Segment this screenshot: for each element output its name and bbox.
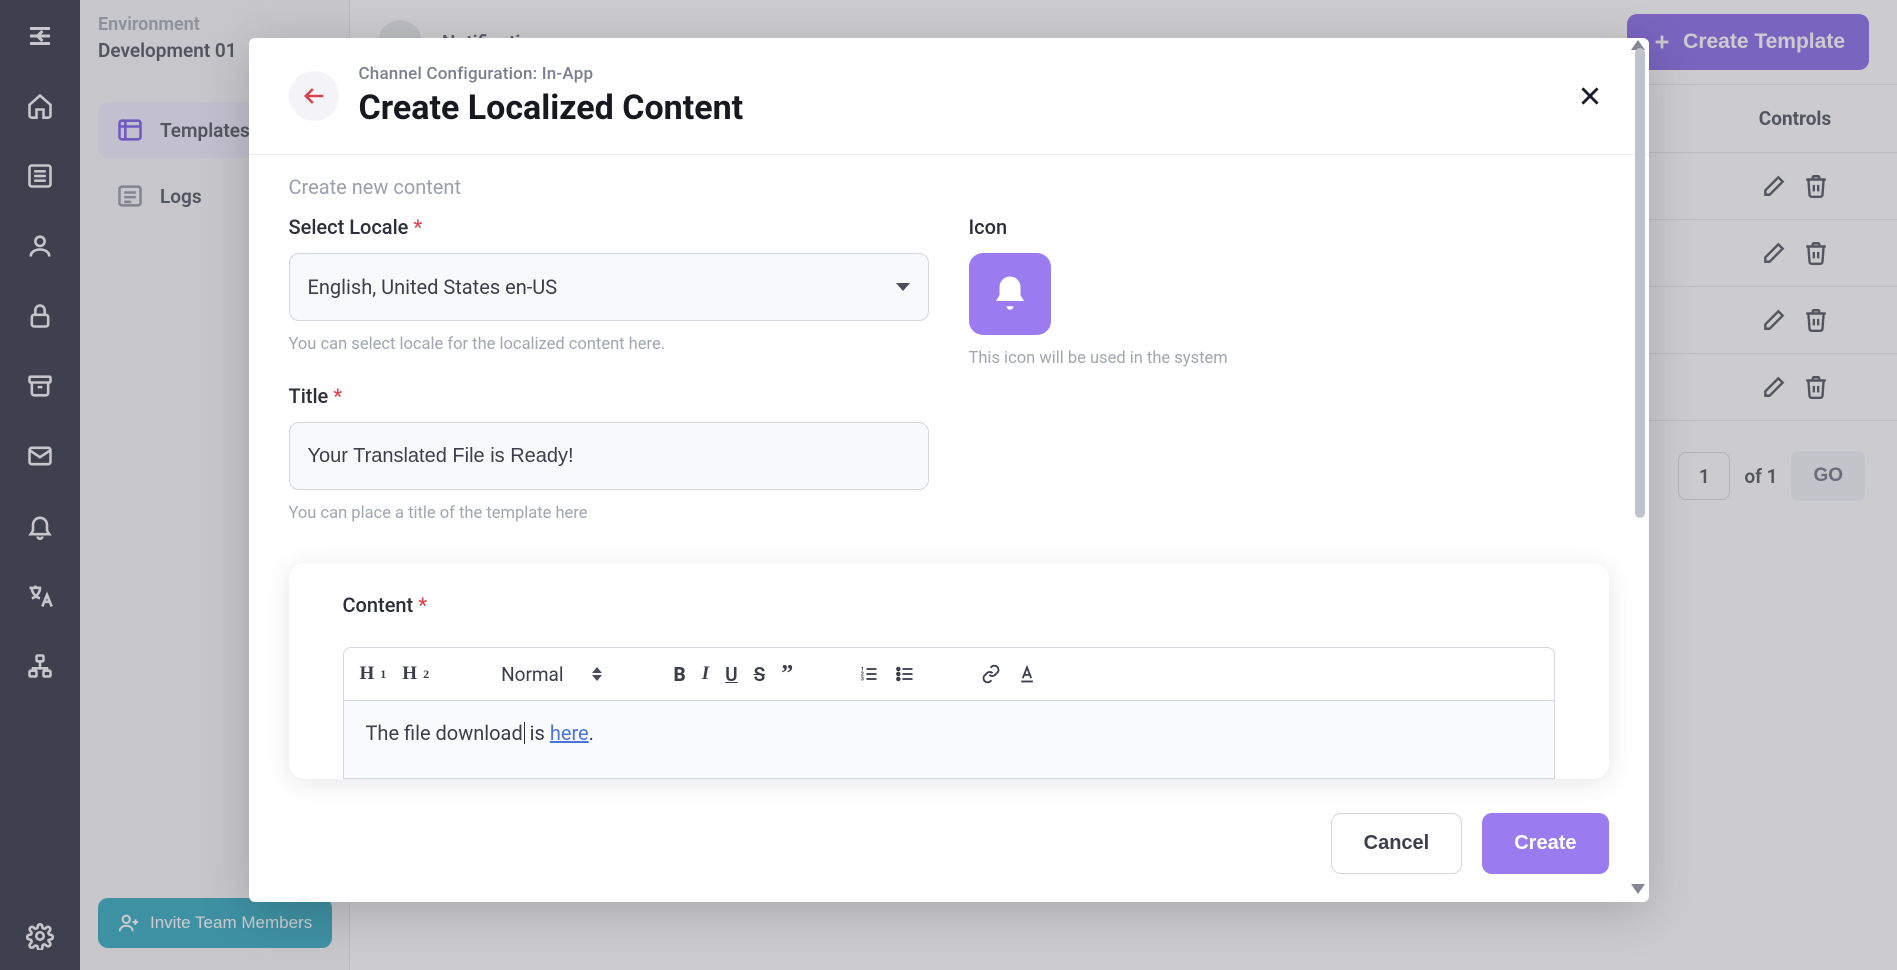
icon-preview[interactable] bbox=[969, 253, 1051, 335]
title-help: You can place a title of the template he… bbox=[289, 504, 929, 523]
modal-header: Channel Configuration: In-App Create Loc… bbox=[249, 38, 1649, 155]
underline-button[interactable]: U bbox=[725, 663, 737, 686]
icon-label: Icon bbox=[969, 215, 1609, 239]
create-button[interactable]: Create bbox=[1482, 813, 1608, 874]
ordered-list-button[interactable]: 123 bbox=[859, 664, 879, 684]
modal-footer: Cancel Create bbox=[249, 789, 1649, 902]
locale-label: Select Locale * bbox=[289, 215, 929, 239]
italic-button[interactable]: I bbox=[702, 663, 709, 685]
locale-select[interactable]: English, United States en-US bbox=[289, 253, 929, 321]
locale-help: You can select locale for the localized … bbox=[289, 335, 929, 354]
section-label: Create new content bbox=[289, 175, 1609, 199]
back-button[interactable] bbox=[289, 71, 339, 121]
locale-value: English, United States en-US bbox=[308, 275, 558, 299]
title-input-field[interactable] bbox=[308, 445, 910, 468]
format-select[interactable]: Normal bbox=[495, 659, 607, 690]
title-label: Title * bbox=[289, 384, 929, 408]
content-card: Content * H1 H2 Normal B I U S bbox=[289, 563, 1609, 779]
heading2-button[interactable]: H2 bbox=[402, 663, 429, 685]
content-text-middle: is bbox=[525, 721, 550, 745]
quote-button[interactable]: ” bbox=[781, 661, 793, 688]
bold-button[interactable]: B bbox=[674, 663, 686, 686]
text-color-button[interactable] bbox=[1017, 664, 1037, 684]
svg-text:3: 3 bbox=[861, 677, 865, 683]
link-button[interactable] bbox=[981, 664, 1001, 684]
editor-toolbar: H1 H2 Normal B I U S ” bbox=[343, 647, 1555, 701]
modal-breadcrumb: Channel Configuration: In-App bbox=[359, 64, 1551, 84]
modal-body: Create new content Select Locale * Engli… bbox=[249, 155, 1649, 789]
icon-help: This icon will be used in the system bbox=[969, 349, 1609, 368]
modal-title: Create Localized Content bbox=[359, 88, 1551, 128]
content-editor[interactable]: The file download is here. bbox=[343, 701, 1555, 779]
content-text-prefix: The file download bbox=[366, 721, 523, 745]
modal-create-localized-content: Channel Configuration: In-App Create Loc… bbox=[249, 38, 1649, 902]
close-icon[interactable] bbox=[1571, 77, 1609, 115]
content-label: Content * bbox=[343, 593, 1555, 617]
strikethrough-button[interactable]: S bbox=[754, 663, 766, 686]
modal-scrollbar[interactable] bbox=[1635, 48, 1645, 518]
title-input[interactable] bbox=[289, 422, 929, 490]
heading1-button[interactable]: H1 bbox=[360, 663, 387, 685]
cancel-button[interactable]: Cancel bbox=[1331, 813, 1463, 874]
content-link[interactable]: here bbox=[550, 721, 589, 745]
content-text-suffix: . bbox=[589, 721, 594, 745]
unordered-list-button[interactable] bbox=[895, 664, 915, 684]
scroll-down-icon[interactable] bbox=[1631, 884, 1645, 894]
chevron-down-icon bbox=[896, 283, 910, 291]
